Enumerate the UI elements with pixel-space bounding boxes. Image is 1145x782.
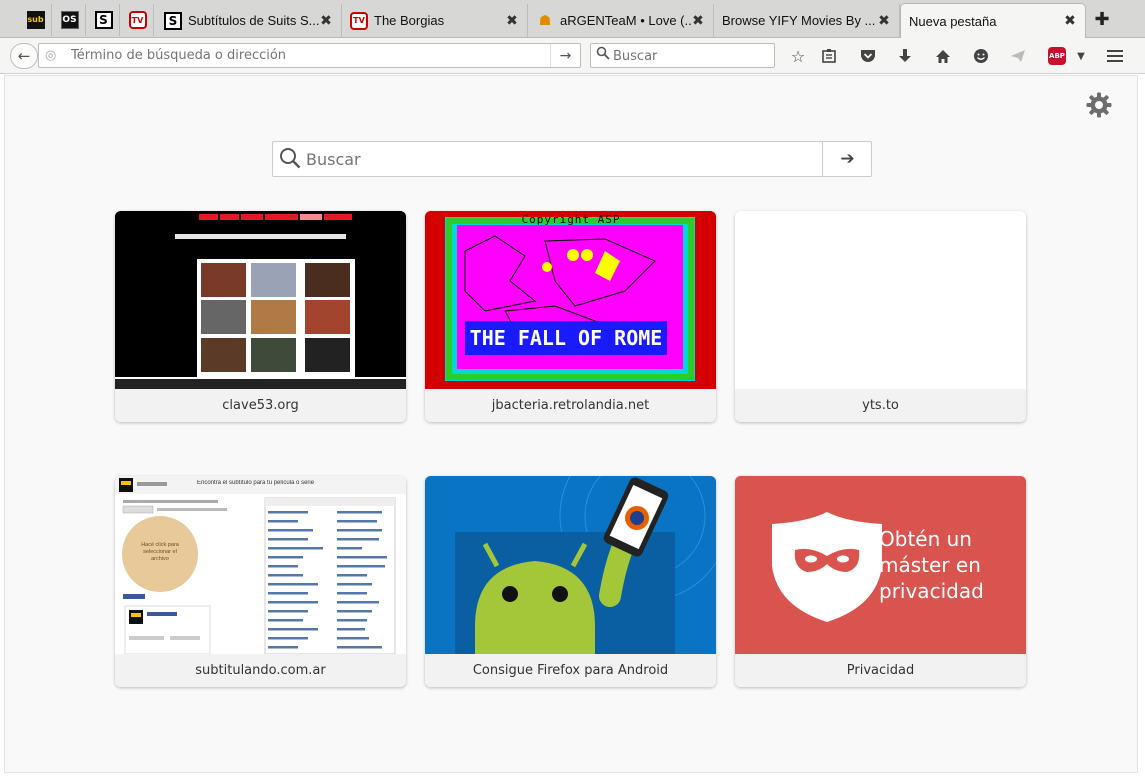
subtitulando-upload-button: Hacé click para seleccionar el archivo: [141, 542, 179, 562]
tab-title: Nueva pestaña: [909, 13, 997, 29]
opensubtitles-favicon-icon: OS: [60, 11, 79, 29]
tab-argenteam[interactable]: ☗ aRGENTeaM • Love (... ✖: [528, 4, 714, 37]
tile-label: subtitulando.com.ar: [115, 654, 406, 687]
rome-title-text: THE FALL OF ROME: [469, 326, 663, 350]
tile-thumbnail: [115, 211, 406, 389]
tv-favicon-icon: TV: [128, 11, 147, 29]
close-tab-icon[interactable]: ✖: [505, 13, 519, 29]
tile-label: Privacidad: [735, 654, 1026, 687]
search-icon: [279, 147, 301, 173]
tab-title: Browse YIFY Movies By ...: [722, 13, 876, 28]
tv-favicon-icon: TV: [350, 11, 368, 30]
tab-yify[interactable]: Browse YIFY Movies By ... ✖: [714, 4, 900, 37]
subtitulando-header-text: Encontrá el subtítulo para tu película o…: [197, 480, 315, 486]
pinned-tab-subtitulando[interactable]: sub: [20, 4, 52, 36]
tile-firefox-android[interactable]: Consigue Firefox para Android: [425, 476, 716, 687]
tile-label: Consigue Firefox para Android: [425, 654, 716, 687]
new-tab-page: ➔: [4, 75, 1138, 773]
series-favicon-icon: S: [164, 11, 182, 30]
tile-thumbnail: [425, 476, 716, 654]
chevron-down-icon[interactable]: ▼: [1070, 46, 1092, 66]
subtitulando-favicon-icon: sub: [26, 11, 45, 29]
tile-subtitulando[interactable]: Encontrá el subtítulo para tu película o…: [115, 476, 406, 687]
tile-thumbnail: [735, 211, 1026, 389]
hamburger-menu-icon[interactable]: [1104, 46, 1126, 66]
search-bar[interactable]: [590, 43, 775, 68]
tab-title: aRGENTeaM • Love (...: [560, 13, 691, 28]
close-tab-icon[interactable]: ✖: [319, 13, 333, 29]
pinned-tab-tv[interactable]: TV: [122, 4, 154, 36]
tab-title: The Borgias: [374, 13, 445, 28]
tile-label: yts.to: [735, 389, 1026, 422]
share-send-icon[interactable]: [1007, 46, 1029, 66]
tab-strip: sub OS S TV S Subtítulos de Suits S... ✖…: [0, 0, 1145, 38]
gear-icon[interactable]: [1084, 90, 1114, 120]
tile-yts[interactable]: yts.to: [735, 211, 1026, 422]
pinned-tab-series[interactable]: S: [88, 4, 120, 36]
go-arrow-icon[interactable]: →: [550, 44, 580, 67]
tile-thumbnail: Copyright ASP THE FALL OF ROME: [425, 211, 716, 389]
tile-clave53[interactable]: clave53.org: [115, 211, 406, 422]
identity-globe-icon: ◎: [45, 48, 57, 63]
adblock-plus-icon[interactable]: ABP: [1046, 46, 1068, 66]
argenteam-favicon-icon: ☗: [538, 12, 552, 29]
navigation-toolbar: ← ◎ → ☆: [0, 38, 1145, 74]
back-button[interactable]: ←: [10, 43, 38, 69]
close-tab-icon[interactable]: ✖: [877, 13, 891, 29]
tile-thumbnail: Encontrá el subtítulo para tu película o…: [115, 476, 406, 654]
privacy-promo-text: Obtén un máster en privacidad: [879, 527, 984, 603]
close-tab-icon[interactable]: ✖: [1063, 13, 1077, 29]
newtab-search-box[interactable]: ➔: [272, 141, 872, 177]
home-icon[interactable]: [932, 46, 954, 66]
close-tab-icon[interactable]: ✖: [691, 13, 705, 29]
search-input[interactable]: [613, 47, 768, 65]
new-tab-plus-icon[interactable]: ✚: [1090, 10, 1114, 32]
series-favicon-icon: S: [94, 11, 113, 29]
url-bar[interactable]: ◎ →: [38, 43, 581, 68]
pocket-icon[interactable]: [857, 46, 879, 66]
tile-label: clave53.org: [115, 389, 406, 422]
bookmark-star-icon[interactable]: ☆: [787, 46, 809, 66]
reading-list-icon[interactable]: [818, 46, 840, 66]
search-go-arrow-icon[interactable]: ➔: [822, 142, 872, 176]
tile-thumbnail: Obtén un máster en privacidad: [735, 476, 1026, 654]
rome-border-text: Copyright ASP: [521, 213, 621, 226]
tile-label: jbacteria.retrolandia.net: [425, 389, 716, 422]
tile-privacidad[interactable]: Obtén un máster en privacidad Privacidad: [735, 476, 1026, 687]
search-icon: [596, 46, 610, 64]
tile-jbacteria[interactable]: Copyright ASP THE FALL OF ROME jbacteria…: [425, 211, 716, 422]
tab-title: Subtítulos de Suits S...: [188, 13, 319, 28]
tab-the-borgias[interactable]: TV The Borgias ✖: [342, 4, 528, 37]
pinned-tab-opensubtitles[interactable]: OS: [54, 4, 86, 36]
hello-smiley-icon[interactable]: [970, 46, 992, 66]
browser-window: sub OS S TV S Subtítulos de Suits S... ✖…: [0, 0, 1145, 782]
downloads-icon[interactable]: [894, 46, 916, 66]
newtab-search-input[interactable]: [306, 148, 816, 170]
back-arrow-icon: ←: [17, 47, 31, 65]
tab-subtitulos-suits[interactable]: S Subtítulos de Suits S... ✖: [156, 4, 342, 37]
abp-badge: ABP: [1048, 47, 1066, 65]
url-input[interactable]: [71, 46, 541, 65]
tab-nueva-pestana[interactable]: Nueva pestaña ✖: [900, 3, 1086, 38]
